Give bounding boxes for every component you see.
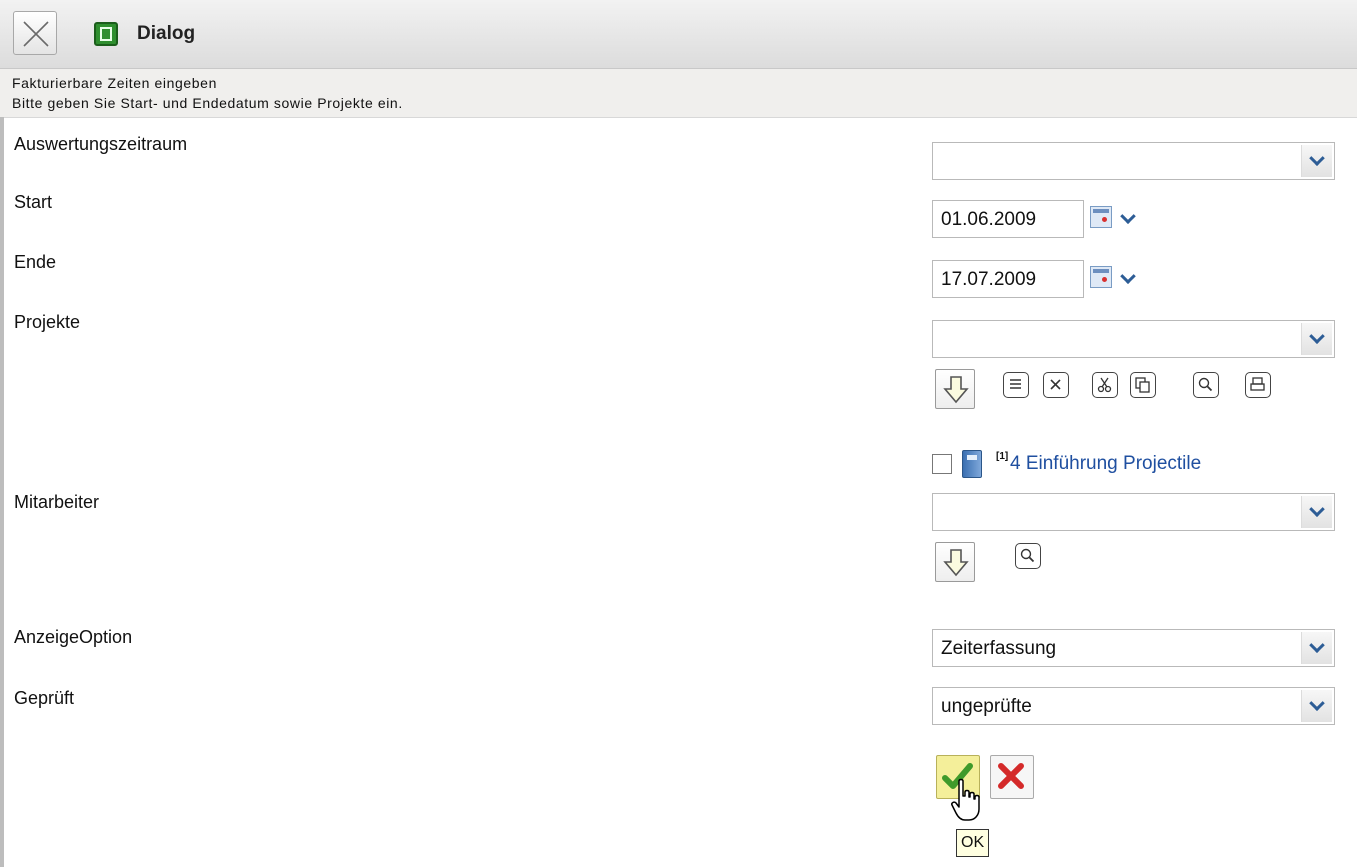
- chevron-down-icon: [1309, 150, 1325, 167]
- print-icon: [1250, 377, 1265, 391]
- chevron-down-icon: [1309, 328, 1325, 345]
- ende-label: Ende: [14, 252, 57, 272]
- delete-icon: [1050, 379, 1061, 390]
- start-calendar-icon[interactable]: [1090, 206, 1112, 228]
- info-instructions: Bitte geben Sie Start- und Endedatum sow…: [12, 95, 403, 111]
- close-icon: [23, 21, 49, 47]
- add-down-icon: [943, 376, 969, 404]
- start-date-field[interactable]: 01.06.2009: [932, 200, 1084, 238]
- anzeigeoption-value: Zeiterfassung: [941, 638, 1057, 659]
- left-border: [0, 117, 4, 867]
- projekte-add-button[interactable]: [935, 369, 975, 409]
- projekte-item-checkbox[interactable]: [932, 454, 952, 474]
- ende-date-value: 17.07.2009: [941, 269, 1037, 290]
- chevron-down-icon: [1120, 208, 1136, 225]
- projekte-list-button[interactable]: [1003, 372, 1029, 398]
- mitarbeiter-select[interactable]: [932, 493, 1335, 531]
- info-heading: Fakturierbare Zeiten eingeben: [12, 75, 217, 91]
- search-icon: [1020, 548, 1035, 563]
- projekte-delete-button[interactable]: [1043, 372, 1069, 398]
- close-button[interactable]: [13, 11, 57, 55]
- dialog-icon: [94, 22, 118, 46]
- chevron-down-icon: [1309, 695, 1325, 712]
- mitarbeiter-dropdown-button[interactable]: [1301, 496, 1332, 528]
- start-date-value: 01.06.2009: [941, 209, 1037, 230]
- anzeigeoption-select[interactable]: Zeiterfassung: [932, 629, 1335, 667]
- projekte-item-link[interactable]: 4 Einführung Projectile: [1010, 453, 1201, 475]
- chevron-down-icon: [1309, 501, 1325, 518]
- auswertungszeitraum-dropdown-button[interactable]: [1301, 145, 1332, 177]
- auswertungszeitraum-select[interactable]: [932, 142, 1335, 180]
- projekte-copy-button[interactable]: [1130, 372, 1156, 398]
- search-icon: [1198, 377, 1213, 392]
- anzeigeoption-dropdown-button[interactable]: [1301, 632, 1332, 664]
- auswertungszeitraum-label: Auswertungszeitraum: [14, 134, 188, 154]
- chevron-down-icon: [1309, 637, 1325, 654]
- geprueft-label: Geprüft: [14, 688, 75, 708]
- list-icon: [1010, 379, 1021, 389]
- geprueft-value: ungeprüfte: [941, 696, 1032, 717]
- ende-date-dropdown-button[interactable]: [1116, 264, 1140, 294]
- copy-icon: [1135, 377, 1150, 393]
- ende-date-field[interactable]: 17.07.2009: [932, 260, 1084, 298]
- add-down-icon: [943, 549, 969, 577]
- ende-calendar-icon[interactable]: [1090, 266, 1112, 288]
- start-label: Start: [14, 192, 53, 212]
- projekte-search-button[interactable]: [1193, 372, 1219, 398]
- dialog-titlebar: Dialog: [0, 0, 1357, 69]
- cancel-button[interactable]: [990, 755, 1034, 799]
- cut-icon: [1097, 377, 1112, 393]
- info-panel: Fakturierbare Zeiten eingeben Bitte gebe…: [0, 69, 1357, 118]
- geprueft-select[interactable]: ungeprüfte: [932, 687, 1335, 725]
- projekte-list-item: [1] 4 Einführung Projectile: [932, 450, 1312, 480]
- mitarbeiter-add-button[interactable]: [935, 542, 975, 582]
- projekte-label: Projekte: [14, 312, 81, 332]
- project-book-icon: [962, 450, 982, 478]
- mitarbeiter-label: Mitarbeiter: [14, 492, 100, 512]
- geprueft-dropdown-button[interactable]: [1301, 690, 1332, 722]
- dialog-title: Dialog: [137, 23, 196, 44]
- projekte-select[interactable]: [932, 320, 1335, 358]
- hand-cursor-icon: [951, 778, 980, 821]
- ok-tooltip: OK: [956, 829, 990, 857]
- anzeigeoption-label: AnzeigeOption: [14, 627, 133, 647]
- red-x-icon: [998, 763, 1024, 789]
- projekte-print-button[interactable]: [1245, 372, 1271, 398]
- start-date-dropdown-button[interactable]: [1116, 204, 1140, 234]
- chevron-down-icon: [1120, 268, 1136, 285]
- projekte-cut-button[interactable]: [1092, 372, 1118, 398]
- mitarbeiter-search-button[interactable]: [1015, 543, 1041, 569]
- projekte-dropdown-button[interactable]: [1301, 323, 1332, 355]
- projekte-item-index: [1]: [996, 451, 1009, 462]
